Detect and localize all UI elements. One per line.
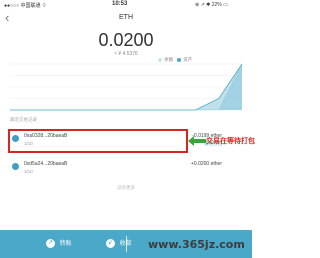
fiat-value: ≈ ¥ 4.5376 xyxy=(114,51,138,57)
carrier-text: ●●○○○ 中国联通 ⌔ xyxy=(4,3,47,9)
tx-address: 0xd5a24...20baeaB xyxy=(24,161,68,167)
status-bar: ●●○○○ 中国联通 ⌔ 10:53 ⊕ ↗ ✱ 22% ▭ xyxy=(0,0,252,9)
receive-icon: ↙ xyxy=(106,238,115,248)
balance-chart xyxy=(10,63,243,111)
nav-bar: ‹ ETH xyxy=(0,9,252,27)
transaction-row[interactable]: 0xd5a24...20baeaB 1/10 +0.0200 ether xyxy=(8,158,232,180)
no-more-text: 没有更多 xyxy=(117,185,135,190)
highlight-box xyxy=(8,129,188,153)
watermark: www.365jz.com xyxy=(148,238,245,251)
send-label: 转账 xyxy=(59,241,72,247)
clock: 10:53 xyxy=(112,1,128,7)
annotation-text: 交易在等待打包 xyxy=(206,138,255,145)
annotation-arrow-icon xyxy=(188,136,206,146)
ether-icon xyxy=(12,163,19,170)
page-title: ETH xyxy=(119,14,133,21)
send-icon: ↗ xyxy=(46,238,55,248)
receive-label: 收款 xyxy=(119,241,132,247)
balance-amount: 0.0200 xyxy=(98,30,154,50)
tx-amount: +0.0200 ether xyxy=(191,161,222,167)
section-title: 最近交易记录 xyxy=(10,117,37,122)
tx-date: 1/10 xyxy=(24,169,33,174)
status-icons: ⊕ ↗ ✱ 22% ▭ xyxy=(195,2,228,8)
